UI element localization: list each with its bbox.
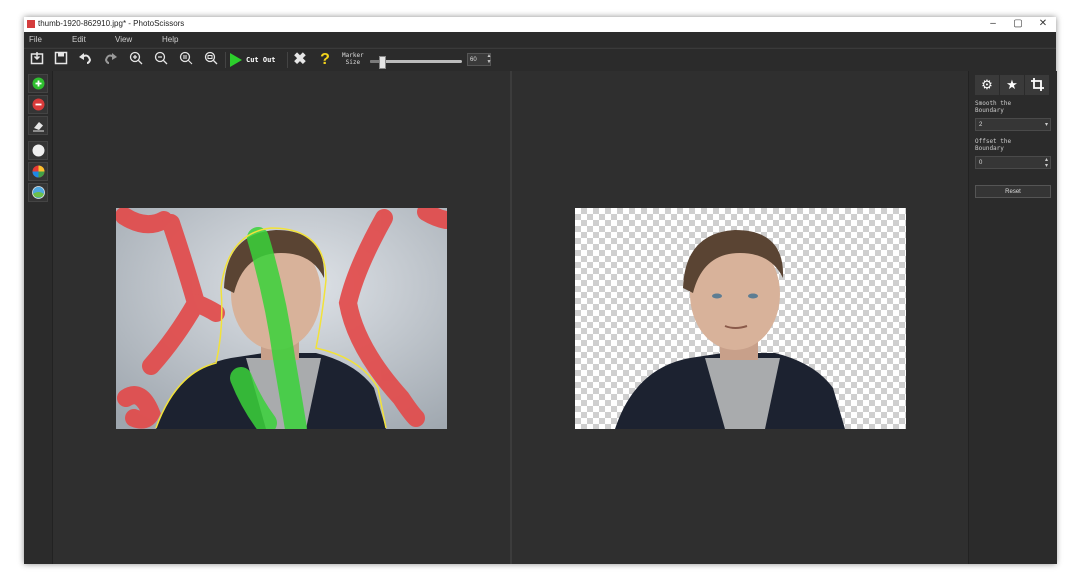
- clear-icon[interactable]: ✖: [291, 51, 309, 69]
- open-icon[interactable]: [28, 51, 46, 69]
- smooth-label-line2: Boundary: [975, 107, 1004, 114]
- save-icon[interactable]: [52, 51, 70, 69]
- result-photo: [575, 208, 906, 429]
- color-bg-icon[interactable]: [28, 162, 48, 181]
- stepper-arrows-icon[interactable]: ▴ ▾: [1045, 157, 1048, 169]
- zoom-out-icon[interactable]: [152, 51, 170, 69]
- smooth-value: 2: [979, 122, 983, 128]
- left-toolbox: [24, 71, 53, 564]
- marker-size-stepper[interactable]: ▲ ▼: [485, 53, 493, 66]
- white-bg-icon[interactable]: [28, 141, 48, 160]
- marker-label-line1: Marker: [342, 52, 364, 59]
- menu-help[interactable]: Help: [162, 35, 178, 44]
- zoom-in-icon[interactable]: [127, 51, 145, 69]
- menu-file[interactable]: File: [29, 35, 42, 44]
- play-icon: [230, 53, 242, 67]
- slider-thumb[interactable]: [379, 56, 387, 69]
- chevron-down-icon: ▾: [1044, 122, 1048, 128]
- marker-size-label: Marker Size: [342, 52, 364, 66]
- zoom-actual-icon[interactable]: [177, 51, 195, 69]
- minimize-button[interactable]: –: [984, 18, 1002, 29]
- foreground-marker-icon[interactable]: [28, 74, 48, 93]
- close-button[interactable]: ✕: [1034, 18, 1052, 29]
- menu-bar: File Edit View Help: [24, 32, 1056, 47]
- undo-icon[interactable]: [76, 51, 94, 69]
- eraser-icon[interactable]: [28, 116, 48, 135]
- crop-icon[interactable]: [1025, 75, 1049, 95]
- smooth-boundary-select[interactable]: 2 ▾: [975, 118, 1051, 131]
- cut-out-label: Cut Out: [246, 56, 276, 64]
- offset-boundary-stepper[interactable]: 0 ▴ ▾: [975, 156, 1051, 169]
- settings-icon[interactable]: ⚙: [975, 75, 999, 95]
- offset-boundary-label: Offset the Boundary: [975, 138, 1011, 152]
- zoom-fit-icon[interactable]: [202, 51, 220, 69]
- marker-size-slider[interactable]: [370, 56, 462, 69]
- maximize-button[interactable]: ▢: [1009, 18, 1027, 29]
- image-bg-icon[interactable]: [28, 183, 48, 202]
- background-marker-icon[interactable]: [28, 95, 48, 114]
- toolbar: Cut Out ✖ ? Marker Size 60 ▲ ▼: [24, 48, 1056, 72]
- toolbar-separator: [225, 52, 226, 68]
- output-canvas[interactable]: [512, 71, 968, 564]
- help-icon[interactable]: ?: [316, 51, 334, 69]
- reset-button[interactable]: Reset: [975, 185, 1051, 198]
- marker-label-line2: Size: [345, 59, 361, 66]
- menu-edit[interactable]: Edit: [72, 35, 86, 44]
- star-icon[interactable]: ★: [1000, 75, 1024, 95]
- offset-label-line2: Boundary: [975, 145, 1004, 152]
- window-title: thumb-1920-862910.jpg* - PhotoScissors: [38, 19, 185, 28]
- smooth-boundary-label: Smooth the Boundary: [975, 100, 1011, 114]
- app-window: thumb-1920-862910.jpg* - PhotoScissors –…: [24, 17, 1057, 564]
- menu-view[interactable]: View: [115, 35, 132, 44]
- offset-label-line1: Offset the: [975, 138, 1012, 145]
- settings-panel: ⚙ ★ Smooth the Boundary 2 ▾ Offset the B…: [968, 71, 1057, 564]
- cut-out-button[interactable]: Cut Out: [230, 51, 276, 69]
- app-icon: [27, 20, 35, 28]
- title-bar: thumb-1920-862910.jpg* - PhotoScissors –…: [24, 17, 1056, 32]
- redo-icon[interactable]: [102, 51, 120, 69]
- offset-value: 0: [979, 160, 983, 166]
- input-canvas[interactable]: [53, 71, 510, 564]
- toolbar-separator: [287, 52, 288, 68]
- smooth-label-line1: Smooth the: [975, 100, 1012, 107]
- source-photo[interactable]: [116, 208, 447, 429]
